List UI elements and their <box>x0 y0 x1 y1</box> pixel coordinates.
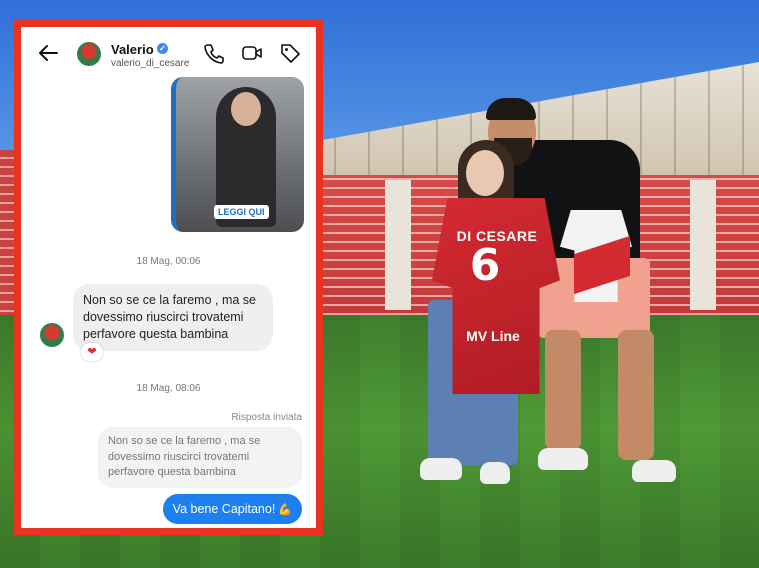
timestamp: 18 Mag, 08:06 <box>136 383 201 394</box>
outgoing-message-text: Va bene Capitano! <box>172 502 276 516</box>
stadium-pillar <box>690 180 716 310</box>
story-face <box>231 92 261 126</box>
chat-panel: Valerio ✓ valerio_di_cesare LEGGI QUI 18… <box>14 20 323 535</box>
shoe <box>538 448 588 470</box>
stadium-pillar <box>385 180 411 310</box>
shared-story[interactable]: LEGGI QUI <box>171 77 304 232</box>
shoe <box>480 462 510 484</box>
girl-face <box>466 150 504 196</box>
jersey-sponsor: MV Line <box>466 328 520 344</box>
man-leg <box>618 330 654 460</box>
phone-icon[interactable] <box>203 42 225 64</box>
arrow-left-icon[interactable] <box>37 44 59 62</box>
man-hair <box>486 98 536 120</box>
man-leg <box>545 330 581 450</box>
avatar[interactable] <box>77 42 101 66</box>
heart-reaction[interactable]: ❤ <box>81 343 103 361</box>
chat-header: Valerio ✓ valerio_di_cesare <box>21 27 316 79</box>
outgoing-message[interactable]: Va bene Capitano! 💪 <box>162 494 302 524</box>
reply-label: Risposta inviata <box>231 412 302 423</box>
jersey-number: 6 <box>469 240 501 291</box>
video-camera-icon[interactable] <box>241 42 263 64</box>
shoe <box>420 458 462 480</box>
read-here-button[interactable]: LEGGI QUI <box>214 205 269 219</box>
timestamp: 18 Mag, 00:06 <box>136 256 201 267</box>
verified-badge-icon: ✓ <box>157 43 168 54</box>
tag-icon[interactable] <box>279 42 301 64</box>
contact-handle[interactable]: valerio_di_cesare <box>111 58 189 69</box>
avatar[interactable] <box>40 323 64 347</box>
contact-name[interactable]: Valerio <box>111 42 154 57</box>
incoming-message[interactable]: Non so se ce la faremo , ma se dovessimo… <box>73 284 273 351</box>
quoted-message[interactable]: Non so se ce la faremo , ma se dovessimo… <box>98 427 302 488</box>
shoe <box>632 460 676 482</box>
flexed-biceps-emoji: 💪 <box>278 504 292 516</box>
